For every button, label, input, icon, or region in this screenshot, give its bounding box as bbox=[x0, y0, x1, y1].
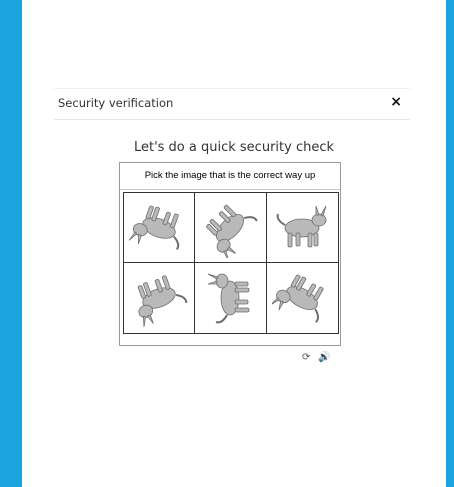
audio-icon[interactable]: 🔊 bbox=[318, 352, 330, 363]
verification-dialog: Security verification × Let's do a quick… bbox=[22, 0, 446, 487]
dialog-title: Security verification bbox=[58, 96, 174, 110]
rotated-animal-image bbox=[129, 205, 180, 250]
page-heading: Let's do a quick security check bbox=[133, 140, 335, 155]
captcha-image-grid bbox=[123, 192, 339, 334]
rotated-animal-image bbox=[272, 274, 324, 323]
captcha-tile-1[interactable] bbox=[124, 193, 196, 263]
captcha-tile-6[interactable] bbox=[266, 263, 338, 333]
rotated-animal-image bbox=[206, 204, 259, 258]
captcha-tile-2[interactable] bbox=[195, 193, 267, 263]
rotated-animal-image bbox=[137, 275, 188, 327]
captcha-instruction: Pick the image that is the correct way u… bbox=[120, 163, 340, 190]
captcha-box: Pick the image that is the correct way u… bbox=[119, 162, 341, 346]
rotated-animal-image bbox=[208, 273, 250, 324]
captcha-controls: ⟳ 🔊 bbox=[302, 352, 331, 363]
close-icon[interactable]: × bbox=[390, 93, 402, 111]
captcha-tile-5[interactable] bbox=[195, 263, 267, 333]
upright-animal-image bbox=[277, 205, 327, 247]
captcha-tile-3[interactable] bbox=[266, 193, 338, 263]
dialog-header: Security verification × bbox=[54, 88, 410, 120]
captcha-tile-4[interactable] bbox=[124, 263, 196, 333]
refresh-icon[interactable]: ⟳ bbox=[302, 352, 310, 363]
